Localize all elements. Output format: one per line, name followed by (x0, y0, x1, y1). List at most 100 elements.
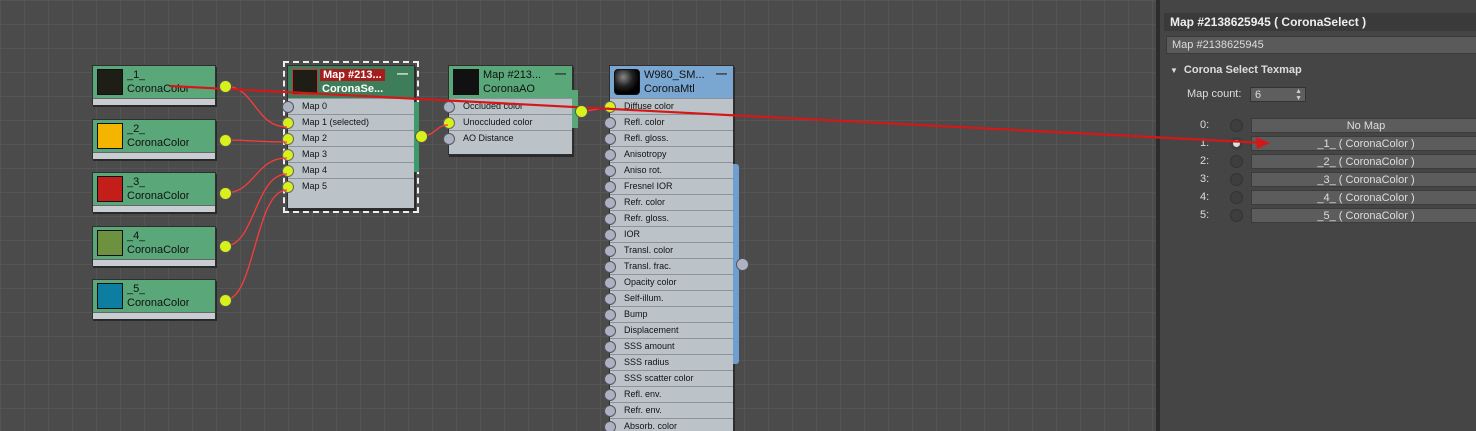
rollout-header[interactable]: ▼ Corona Select Texmap (1170, 64, 1302, 76)
slot-mtl-12[interactable]: Self-illum. (604, 290, 733, 306)
slot-mtl-9[interactable]: Transl. color (604, 242, 733, 258)
corona-color-node-2[interactable]: _2_ CoronaColor (92, 119, 216, 159)
input-socket[interactable] (604, 181, 616, 193)
input-socket[interactable] (604, 373, 616, 385)
slot-index: 4: (1200, 191, 1210, 203)
spinner-arrows-icon[interactable]: ▲ ▼ (1295, 88, 1302, 102)
input-socket[interactable] (604, 277, 616, 289)
map-slot-button[interactable]: _5_ ( CoronaColor ) (1251, 208, 1476, 223)
input-socket[interactable] (604, 245, 616, 257)
input-socket[interactable] (604, 389, 616, 401)
input-socket[interactable] (604, 325, 616, 337)
corona-color-node-1[interactable]: _1_ CoronaColor (92, 65, 216, 105)
output-socket[interactable] (219, 80, 232, 93)
map-slot-button[interactable]: No Map (1251, 118, 1476, 133)
input-socket[interactable] (282, 149, 294, 161)
slot-radio[interactable] (1230, 155, 1243, 168)
map-name-field[interactable]: Map #2138625945 (1166, 36, 1476, 54)
slot-mtl-13[interactable]: Bump (604, 306, 733, 322)
input-socket[interactable] (282, 133, 294, 145)
input-socket[interactable] (604, 309, 616, 321)
input-socket[interactable] (443, 101, 455, 113)
output-socket[interactable] (736, 258, 749, 271)
input-socket[interactable] (604, 149, 616, 161)
slot-radio[interactable] (1230, 173, 1243, 186)
input-socket[interactable] (282, 117, 294, 129)
slot-mtl-14[interactable]: Displacement (604, 322, 733, 338)
slot-mtl-11[interactable]: Opacity color (604, 274, 733, 290)
output-socket[interactable] (575, 105, 588, 118)
slot-unoccluded[interactable]: Unoccluded color (443, 114, 572, 130)
input-socket[interactable] (604, 197, 616, 209)
slot-map-2[interactable]: Map 2 (282, 130, 414, 146)
map-slot-button[interactable]: _1_ ( CoronaColor ) (1251, 136, 1476, 151)
slot-mtl-1[interactable]: Refl. color (604, 114, 733, 130)
minimize-icon[interactable]: — (555, 68, 566, 80)
minimize-icon[interactable]: — (716, 68, 727, 80)
map-slot-button[interactable]: _2_ ( CoronaColor ) (1251, 154, 1476, 169)
node-editor-canvas[interactable]: _1_ CoronaColor _2_ CoronaColor _3_ Coro… (0, 0, 1156, 431)
slot-mtl-8[interactable]: IOR (604, 226, 733, 242)
input-socket[interactable] (604, 165, 616, 177)
input-socket[interactable] (604, 421, 616, 431)
input-socket[interactable] (604, 405, 616, 417)
slot-mtl-6[interactable]: Refr. color (604, 194, 733, 210)
slot-mtl-4[interactable]: Aniso rot. (604, 162, 733, 178)
corona-color-node-3[interactable]: _3_ CoronaColor (92, 172, 216, 212)
corona-mtl-node[interactable]: W980_SM... CoronaMtl — Diffuse color Refl… (604, 65, 739, 431)
output-socket[interactable] (219, 294, 232, 307)
slot-mtl-7[interactable]: Refr. gloss. (604, 210, 733, 226)
collapse-triangle-icon[interactable]: ▼ (1170, 66, 1178, 75)
input-socket[interactable] (282, 181, 294, 193)
output-socket[interactable] (219, 134, 232, 147)
input-socket[interactable] (604, 293, 616, 305)
slot-label: Diffuse color (624, 101, 674, 111)
slot-mtl-18[interactable]: Refl. env. (604, 386, 733, 402)
node-title: _1_ (127, 69, 146, 81)
corona-color-node-5[interactable]: _5_ CoronaColor (92, 279, 216, 319)
input-socket[interactable] (443, 133, 455, 145)
corona-ao-node[interactable]: Map #213... CoronaAO — Occluded color Un… (443, 65, 578, 155)
slot-mtl-2[interactable]: Refl. gloss. (604, 130, 733, 146)
input-socket[interactable] (604, 357, 616, 369)
slot-map-4[interactable]: Map 4 (282, 162, 414, 178)
slot-mtl-16[interactable]: SSS radius (604, 354, 733, 370)
slot-mtl-19[interactable]: Refr. env. (604, 402, 733, 418)
input-socket[interactable] (604, 117, 616, 129)
slot-map-1[interactable]: Map 1 (selected) (282, 114, 414, 130)
slot-ao-distance[interactable]: AO Distance (443, 130, 572, 146)
corona-select-node[interactable]: Map #213... CoronaSe... — Map 0 Map 1 (s… (282, 61, 419, 213)
output-socket[interactable] (219, 240, 232, 253)
input-socket[interactable] (604, 133, 616, 145)
slot-map-5[interactable]: Map 5 (282, 178, 414, 194)
slot-map-3[interactable]: Map 3 (282, 146, 414, 162)
slot-mtl-20[interactable]: Absorb. color (604, 418, 733, 431)
slot-radio[interactable] (1230, 209, 1243, 222)
slot-mtl-15[interactable]: SSS amount (604, 338, 733, 354)
slot-mtl-5[interactable]: Fresnel IOR (604, 178, 733, 194)
slot-radio[interactable] (1230, 137, 1243, 150)
input-socket[interactable] (282, 165, 294, 177)
input-socket[interactable] (604, 341, 616, 353)
output-socket[interactable] (219, 187, 232, 200)
map-count-spinner[interactable]: 6 ▲ ▼ (1250, 87, 1306, 102)
slot-radio[interactable] (1230, 119, 1243, 132)
output-socket[interactable] (415, 130, 428, 143)
slot-radio[interactable] (1230, 191, 1243, 204)
input-socket[interactable] (282, 101, 294, 113)
slot-mtl-3[interactable]: Anisotropy (604, 146, 733, 162)
slot-occluded[interactable]: Occluded color (443, 98, 572, 114)
map-slot-button[interactable]: _4_ ( CoronaColor ) (1251, 190, 1476, 205)
input-socket[interactable] (604, 261, 616, 273)
slot-map-0[interactable]: Map 0 (282, 98, 414, 114)
map-slot-button[interactable]: _3_ ( CoronaColor ) (1251, 172, 1476, 187)
slot-mtl-17[interactable]: SSS scatter color (604, 370, 733, 386)
slot-mtl-0[interactable]: Diffuse color (604, 98, 733, 114)
input-socket[interactable] (604, 101, 616, 113)
slot-mtl-10[interactable]: Transl. frac. (604, 258, 733, 274)
input-socket[interactable] (443, 117, 455, 129)
corona-color-node-4[interactable]: _4_ CoronaColor (92, 226, 216, 266)
input-socket[interactable] (604, 213, 616, 225)
minimize-icon[interactable]: — (397, 68, 408, 80)
input-socket[interactable] (604, 229, 616, 241)
